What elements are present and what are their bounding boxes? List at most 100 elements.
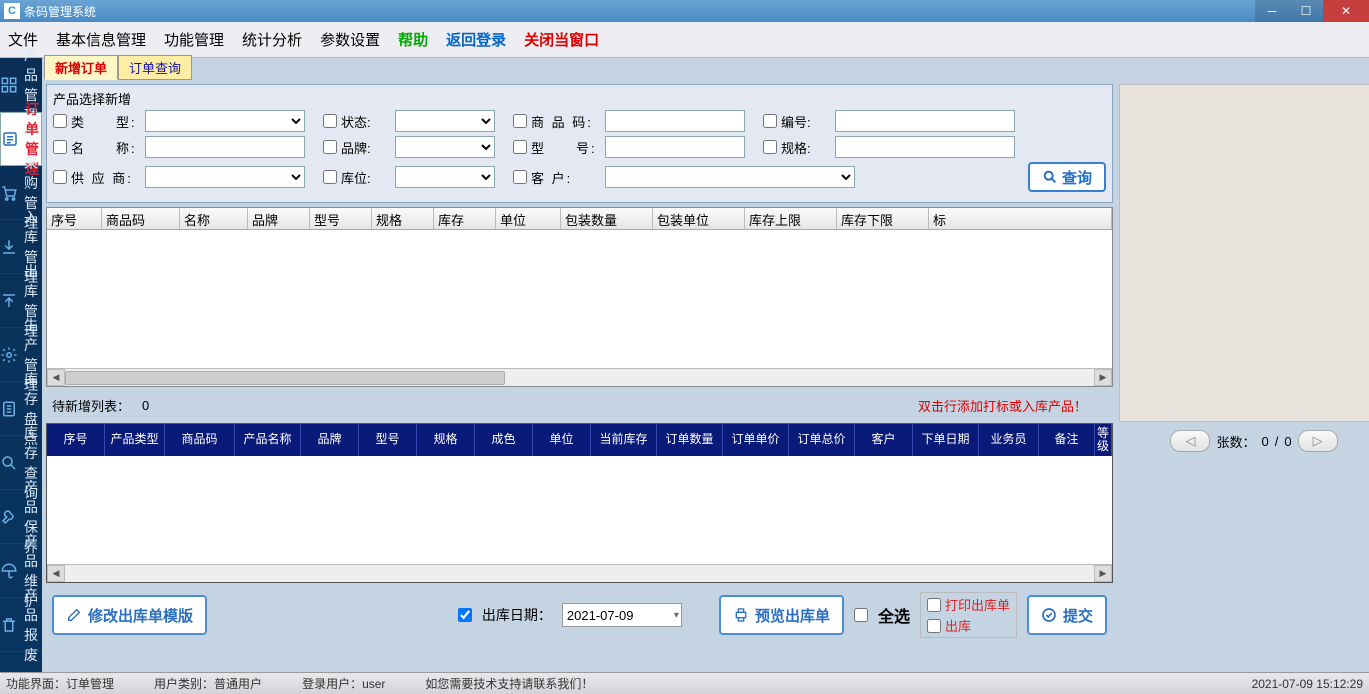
col-header[interactable]: 下单日期 <box>913 424 979 456</box>
chk-type[interactable] <box>53 114 67 128</box>
scroll-left-arrow[interactable]: ◀ <box>47 565 65 582</box>
col-header[interactable]: 订单数量 <box>657 424 723 456</box>
label-spec: 规格: <box>781 138 831 157</box>
input-code[interactable] <box>605 110 745 132</box>
pages-total: 0 <box>1284 434 1291 449</box>
chk-status[interactable] <box>323 114 337 128</box>
submit-button[interactable]: 提交 <box>1027 595 1107 635</box>
col-header[interactable]: 等级 <box>1095 424 1112 456</box>
chk-model[interactable] <box>513 140 527 154</box>
col-header[interactable]: 型号 <box>310 208 372 229</box>
scroll-thumb[interactable] <box>65 371 505 385</box>
col-header[interactable]: 序号 <box>47 424 105 456</box>
col-header[interactable]: 单位 <box>533 424 591 456</box>
input-model[interactable] <box>605 136 745 158</box>
col-header[interactable]: 当前库存 <box>591 424 657 456</box>
chk-whpos[interactable] <box>323 170 337 184</box>
col-header[interactable]: 库存上限 <box>745 208 837 229</box>
col-header[interactable]: 订单总价 <box>789 424 855 456</box>
menu-param[interactable]: 参数设置 <box>320 29 380 50</box>
menu-basic-info[interactable]: 基本信息管理 <box>56 29 146 50</box>
col-header[interactable]: 序号 <box>47 208 102 229</box>
select-customer[interactable] <box>605 166 855 188</box>
pager-prev[interactable]: ◁ <box>1170 430 1210 452</box>
col-header[interactable]: 标 <box>929 208 1112 229</box>
input-spec[interactable] <box>835 136 1015 158</box>
chk-do-out[interactable] <box>927 619 941 633</box>
col-header[interactable]: 订单单价 <box>723 424 789 456</box>
col-header[interactable]: 产品名称 <box>235 424 301 456</box>
chk-supplier[interactable] <box>53 170 67 184</box>
pager-next[interactable]: ▷ <box>1298 430 1338 452</box>
menu-stat[interactable]: 统计分析 <box>242 29 302 50</box>
menu-close-window[interactable]: 关闭当窗口 <box>524 29 599 50</box>
col-header[interactable]: 商品码 <box>102 208 180 229</box>
col-header[interactable]: 包装单位 <box>653 208 745 229</box>
scroll-left-arrow[interactable]: ◀ <box>47 369 65 386</box>
label-model: 型 号: <box>531 138 601 157</box>
preview-button[interactable]: 预览出库单 <box>719 595 844 635</box>
chk-out-date[interactable] <box>458 608 472 622</box>
select-supplier[interactable] <box>145 166 305 188</box>
select-whpos[interactable] <box>395 166 495 188</box>
col-header[interactable]: 规格 <box>417 424 475 456</box>
menubar: 文件 基本信息管理 功能管理 统计分析 参数设置 帮助 返回登录 关闭当窗口 <box>0 22 1369 58</box>
sidebar-item-scrap[interactable]: 产品报废 <box>0 598 42 652</box>
col-header[interactable]: 商品码 <box>165 424 235 456</box>
col-header[interactable]: 备注 <box>1039 424 1095 456</box>
scroll-right-arrow[interactable]: ▶ <box>1094 369 1112 386</box>
status-login-label: 登录用户： <box>302 677 362 691</box>
label-status: 状态: <box>341 112 391 131</box>
col-header[interactable]: 品牌 <box>248 208 310 229</box>
col-header[interactable]: 成色 <box>475 424 533 456</box>
col-header[interactable]: 包装数量 <box>561 208 653 229</box>
select-type[interactable] <box>145 110 305 132</box>
date-dropdown-icon[interactable]: ▾ <box>674 610 679 621</box>
select-brand[interactable] <box>395 136 495 158</box>
menu-relogin[interactable]: 返回登录 <box>446 29 506 50</box>
select-status[interactable] <box>395 110 495 132</box>
cart-icon <box>0 183 18 203</box>
order-grid-hscroll[interactable]: ◀ ▶ <box>47 564 1112 582</box>
order-grid-body[interactable] <box>47 456 1112 564</box>
titlebar: C 条码管理系统 ─ ☐ ✕ <box>0 0 1369 22</box>
print-out-label: 打印出库单 <box>945 595 1010 614</box>
col-header[interactable]: 产品类型 <box>105 424 165 456</box>
close-button[interactable]: ✕ <box>1323 0 1369 22</box>
col-header[interactable]: 品牌 <box>301 424 359 456</box>
chk-spec[interactable] <box>763 140 777 154</box>
chk-no[interactable] <box>763 114 777 128</box>
col-header[interactable]: 规格 <box>372 208 434 229</box>
tab-query-order[interactable]: 订单查询 <box>118 55 192 80</box>
input-name[interactable] <box>145 136 305 158</box>
menu-help[interactable]: 帮助 <box>398 29 428 50</box>
search-button[interactable]: 查询 <box>1028 162 1106 192</box>
scroll-right-arrow[interactable]: ▶ <box>1094 565 1112 582</box>
search-icon <box>1042 169 1058 185</box>
sidebar: 产品管理 订单管理 采购管理 入库管理 出库管理 生产管理 库存盘点 库存查询 <box>0 58 42 672</box>
input-no[interactable] <box>835 110 1015 132</box>
upload-icon <box>0 291 18 311</box>
col-header[interactable]: 库存 <box>434 208 496 229</box>
col-header[interactable]: 名称 <box>180 208 248 229</box>
col-header[interactable]: 库存下限 <box>837 208 929 229</box>
input-out-date[interactable] <box>562 603 682 627</box>
col-header[interactable]: 单位 <box>496 208 561 229</box>
col-header[interactable]: 型号 <box>359 424 417 456</box>
product-grid-hscroll[interactable]: ◀ ▶ <box>47 368 1112 386</box>
window-title: 条码管理系统 <box>24 3 1255 20</box>
tab-new-order[interactable]: 新增订单 <box>44 55 118 80</box>
chk-customer[interactable] <box>513 170 527 184</box>
chk-select-all[interactable] <box>854 608 868 622</box>
minimize-button[interactable]: ─ <box>1255 0 1289 22</box>
menu-func[interactable]: 功能管理 <box>164 29 224 50</box>
chk-code[interactable] <box>513 114 527 128</box>
chk-print-out[interactable] <box>927 598 941 612</box>
chk-name[interactable] <box>53 140 67 154</box>
modify-template-button[interactable]: 修改出库单模版 <box>52 595 207 635</box>
product-grid-body[interactable] <box>47 230 1112 368</box>
col-header[interactable]: 客户 <box>855 424 913 456</box>
maximize-button[interactable]: ☐ <box>1289 0 1323 22</box>
col-header[interactable]: 业务员 <box>979 424 1039 456</box>
chk-brand[interactable] <box>323 140 337 154</box>
